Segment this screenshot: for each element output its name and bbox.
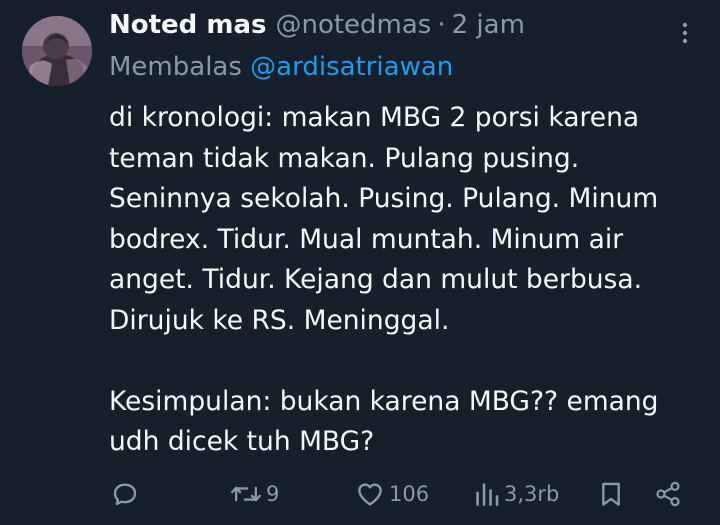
tweet-text-line: Seninnya sekolah. Pusing. Pulang. Minum — [109, 183, 659, 214]
tweet-text-line: teman tidak makan. Pulang pusing. — [109, 142, 580, 174]
tweet-text-line: udh dicek tuh MBG? — [109, 426, 375, 457]
avatar[interactable] — [22, 16, 92, 86]
retweet-button[interactable]: 9 — [230, 476, 279, 512]
bookmark-icon — [602, 482, 620, 506]
replying-to-label: Membalas — [109, 52, 242, 82]
replying-to: Membalas @ardisatriawan — [109, 52, 453, 82]
reply-button[interactable] — [110, 476, 140, 512]
tweet-text-line: bodrex. Tidur. Mual muntah. Minum air — [109, 223, 624, 255]
tweet-text-line: Kesimpulan: bukan karena MBG?? emang — [109, 385, 659, 417]
views-icon — [476, 483, 499, 506]
tweet-text-line: anget. Tidur. Kejang dan mulut berbusa. — [109, 264, 643, 295]
tweet: Noted mas @notedmas · 2 jam Membalas @ar… — [0, 0, 720, 525]
bookmark-button[interactable] — [598, 476, 624, 512]
tweet-text-line: di kronologi: makan MBG 2 porsi karena — [109, 102, 640, 133]
like-count: 106 — [389, 482, 430, 506]
like-button[interactable]: 106 — [355, 476, 429, 512]
avatar-image — [22, 16, 92, 86]
reply-mention-link[interactable]: @ardisatriawan — [250, 52, 453, 82]
reply-icon — [113, 483, 137, 506]
views-count: 3,3rb — [504, 482, 560, 506]
user-handle[interactable]: @notedmas — [275, 10, 431, 40]
action-bar: 9 106 3,3rb — [0, 476, 720, 512]
tweet-text: di kronologi: makan MBG 2 porsi karena t… — [109, 98, 709, 463]
retweet-count: 9 — [266, 482, 280, 506]
separator-dot: · — [437, 10, 446, 40]
heart-icon — [358, 483, 382, 506]
tweet-text-line: Dirujuk ke RS. Meninggal. — [109, 304, 450, 336]
share-icon — [656, 481, 680, 507]
retweet-icon — [231, 486, 261, 502]
views-button[interactable]: 3,3rb — [474, 476, 559, 512]
share-button[interactable] — [654, 476, 682, 512]
tweet-header: Noted mas @notedmas · 2 jam — [109, 10, 525, 48]
display-name[interactable]: Noted mas — [109, 10, 266, 40]
more-options-icon[interactable] — [674, 22, 696, 44]
timestamp[interactable]: 2 jam — [452, 10, 525, 40]
